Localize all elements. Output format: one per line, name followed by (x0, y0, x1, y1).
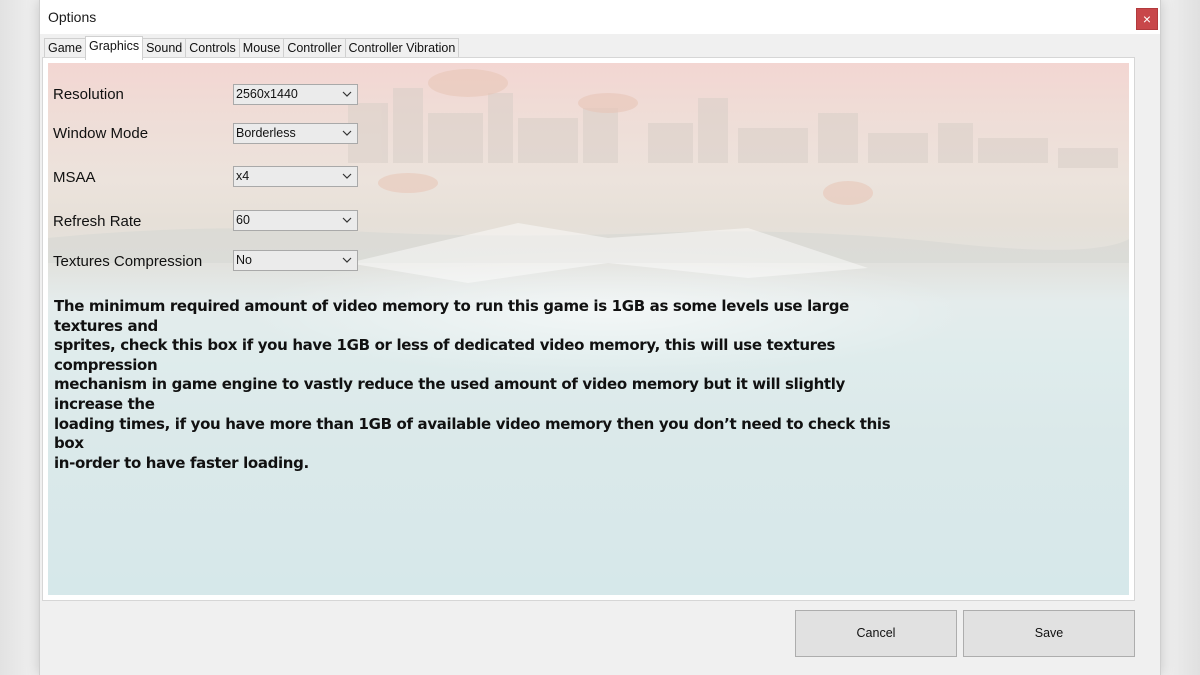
refresh-rate-value: 60 (236, 213, 250, 227)
close-button[interactable]: × (1136, 8, 1158, 30)
chevron-down-icon (342, 217, 352, 223)
tab-controls[interactable]: Controls (185, 38, 240, 59)
tab-sound[interactable]: Sound (142, 38, 187, 59)
save-button[interactable]: Save (963, 610, 1135, 657)
textures-compression-value: No (236, 253, 252, 267)
title-bar[interactable]: Options × (40, 0, 1160, 34)
graphics-panel: Resolution 2560x1440 Window Mode Borderl… (42, 57, 1135, 601)
textures-compression-select[interactable]: No (233, 250, 358, 271)
resolution-value: 2560x1440 (236, 87, 298, 101)
window-mode-value: Borderless (236, 126, 296, 140)
textures-compression-label: Textures Compression (53, 253, 203, 270)
description-line: in-order to have faster loading. (54, 453, 309, 472)
chevron-down-icon (342, 130, 352, 136)
description-line: loading times, if you have more than 1GB… (54, 414, 891, 453)
textures-compression-description: The minimum required amount of video mem… (54, 297, 894, 473)
tab-game[interactable]: Game (44, 38, 87, 59)
description-line: sprites, check this box if you have 1GB … (54, 336, 836, 374)
msaa-select[interactable]: x4 (233, 166, 358, 187)
refresh-rate-select[interactable]: 60 (233, 210, 358, 231)
description-line: The minimum required amount of video mem… (54, 297, 849, 335)
description-line: mechanism in game engine to vastly reduc… (54, 375, 845, 413)
tab-mouse[interactable]: Mouse (238, 38, 285, 59)
chevron-down-icon (342, 91, 352, 97)
window-mode-label: Window Mode (53, 125, 149, 142)
resolution-select[interactable]: 2560x1440 (233, 84, 358, 105)
tab-strip: Game Graphics Sound Controls Mouse Contr… (44, 36, 460, 60)
close-icon: × (1142, 11, 1152, 27)
resolution-label: Resolution (53, 86, 124, 103)
window-title: Options (48, 9, 97, 25)
refresh-rate-label: Refresh Rate (53, 213, 142, 230)
tab-controller[interactable]: Controller (283, 38, 346, 59)
tab-controller-vibration[interactable]: Controller Vibration (344, 38, 460, 59)
msaa-label: MSAA (53, 169, 96, 186)
options-window: Options × Game Graphics Sound Controls M… (39, 0, 1161, 675)
window-mode-select[interactable]: Borderless (233, 123, 358, 144)
chevron-down-icon (342, 173, 352, 179)
cancel-button[interactable]: Cancel (795, 610, 957, 657)
msaa-value: x4 (236, 169, 250, 183)
chevron-down-icon (342, 257, 352, 263)
tab-graphics[interactable]: Graphics (85, 36, 144, 60)
